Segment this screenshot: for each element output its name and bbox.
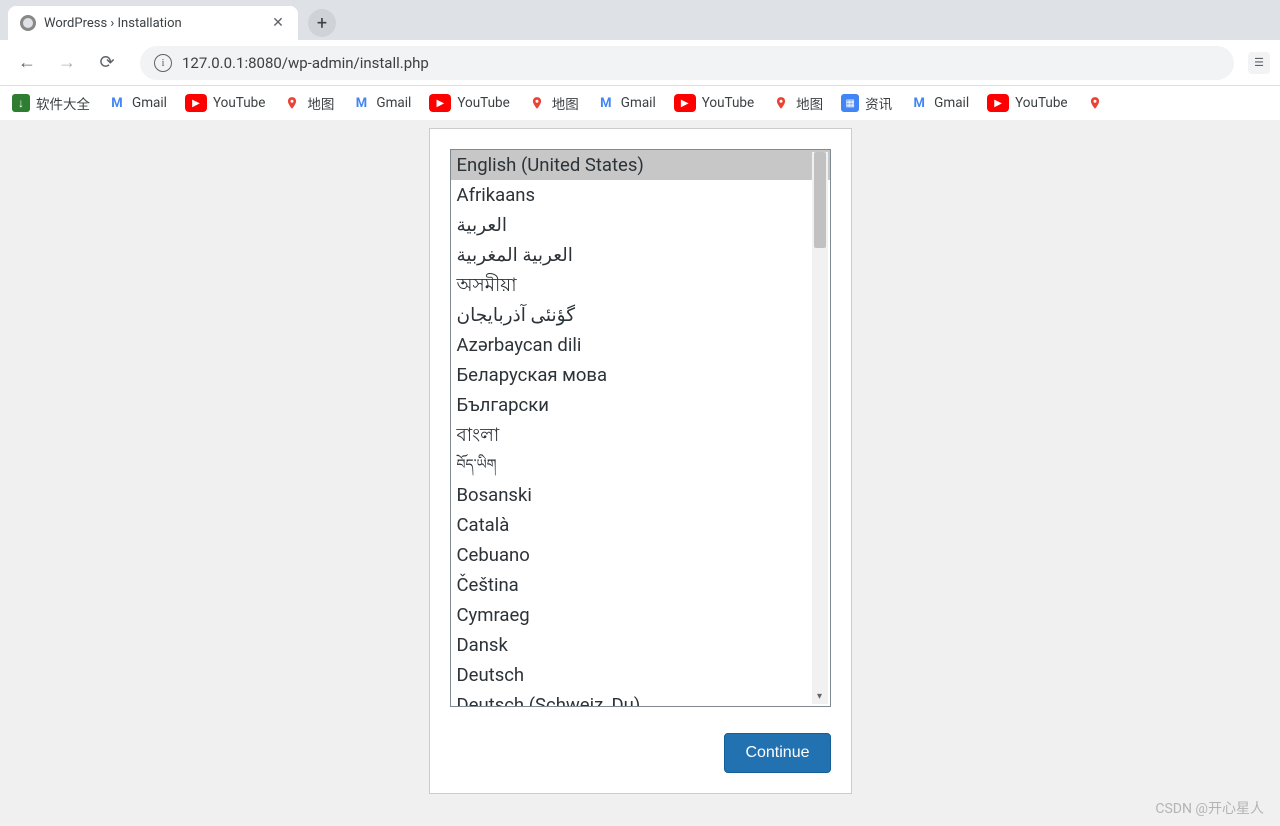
language-option[interactable]: বাংলা — [451, 420, 830, 450]
bookmark-item[interactable]: M Gmail — [352, 94, 411, 112]
language-option[interactable]: العربية — [451, 210, 830, 240]
map-pin-icon — [1086, 94, 1104, 112]
bookmark-label: 资讯 — [865, 93, 892, 113]
address-bar[interactable]: i 127.0.0.1:8080/wp-admin/install.php — [140, 46, 1234, 80]
language-option[interactable]: العربية المغربية — [451, 240, 830, 270]
language-option[interactable]: Deutsch (Schweiz, Du) — [451, 690, 830, 706]
youtube-icon: ▶ — [185, 94, 207, 112]
language-option[interactable]: Deutsch — [451, 660, 830, 690]
bookmark-label: 地图 — [307, 93, 334, 113]
browser-tabstrip: WordPress › Installation ✕ + — [0, 0, 1280, 40]
scrollbar-thumb[interactable] — [814, 152, 826, 248]
page-content: English (United States)Afrikaansالعربيةا… — [0, 120, 1280, 826]
bookmark-item[interactable]: M Gmail — [597, 94, 656, 112]
bookmark-label: 软件大全 — [36, 93, 90, 113]
language-option[interactable]: Български — [451, 390, 830, 420]
map-pin-icon — [772, 94, 790, 112]
bookmark-item[interactable]: ▶ YouTube — [185, 94, 265, 112]
youtube-icon: ▶ — [674, 94, 696, 112]
bookmark-item[interactable]: 地图 — [283, 93, 334, 113]
browser-toolbar: ← → ⟳ i 127.0.0.1:8080/wp-admin/install.… — [0, 40, 1280, 86]
installer-panel: English (United States)Afrikaansالعربيةا… — [429, 128, 852, 794]
bookmark-label: Gmail — [934, 95, 969, 111]
bookmark-item[interactable]: ▦ 资讯 — [841, 93, 892, 113]
language-option[interactable]: English (United States) — [451, 150, 830, 180]
bookmark-label: Gmail — [621, 95, 656, 111]
watermark: CSDN @开心星人 — [1155, 798, 1264, 818]
bookmark-item[interactable]: 地图 — [772, 93, 823, 113]
language-option[interactable]: Беларуская мова — [451, 360, 830, 390]
forward-button[interactable]: → — [50, 46, 84, 80]
bookmarks-bar: ↓ 软件大全 M Gmail ▶ YouTube 地图 M Gmail ▶ YouTube 地图 M Gm… — [0, 86, 1280, 120]
language-option[interactable]: བོད་ཡིག — [451, 450, 830, 480]
youtube-icon: ▶ — [987, 94, 1009, 112]
gmail-icon: M — [352, 94, 370, 112]
language-option[interactable]: Afrikaans — [451, 180, 830, 210]
gmail-icon: M — [597, 94, 615, 112]
translate-icon[interactable]: ☰ — [1248, 52, 1270, 74]
language-option[interactable]: অসমীয়া — [451, 270, 830, 300]
bookmark-item[interactable]: ▶ YouTube — [429, 94, 509, 112]
bookmark-label: YouTube — [457, 95, 509, 111]
bookmark-label: Gmail — [376, 95, 411, 111]
new-tab-button[interactable]: + — [308, 9, 336, 37]
browser-tab-active[interactable]: WordPress › Installation ✕ — [8, 6, 298, 40]
download-icon: ↓ — [12, 94, 30, 112]
globe-icon — [20, 15, 36, 31]
language-option[interactable]: Bosanski — [451, 480, 830, 510]
bookmark-label: YouTube — [1015, 95, 1067, 111]
language-select[interactable]: English (United States)Afrikaansالعربيةا… — [450, 149, 831, 707]
bookmark-label: 地图 — [796, 93, 823, 113]
bookmark-item[interactable] — [1086, 94, 1104, 112]
language-option[interactable]: Cymraeg — [451, 600, 830, 630]
language-option[interactable]: Català — [451, 510, 830, 540]
bookmark-item[interactable]: M Gmail — [108, 94, 167, 112]
language-option[interactable]: Dansk — [451, 630, 830, 660]
bookmark-item[interactable]: ▶ YouTube — [987, 94, 1067, 112]
site-info-icon[interactable]: i — [154, 54, 172, 72]
tab-title: WordPress › Installation — [44, 16, 182, 31]
gmail-icon: M — [108, 94, 126, 112]
language-option[interactable]: Čeština — [451, 570, 830, 600]
scrollbar-track[interactable]: ▾ — [812, 152, 828, 704]
scroll-down-arrow[interactable]: ▾ — [812, 688, 828, 704]
map-pin-icon — [528, 94, 546, 112]
bookmark-item[interactable]: 地图 — [528, 93, 579, 113]
bookmark-item[interactable]: ▶ YouTube — [674, 94, 754, 112]
back-button[interactable]: ← — [10, 46, 44, 80]
bookmark-label: YouTube — [702, 95, 754, 111]
map-pin-icon — [283, 94, 301, 112]
bookmark-item[interactable]: ↓ 软件大全 — [12, 93, 90, 113]
bookmark-label: 地图 — [552, 93, 579, 113]
language-option[interactable]: Azərbaycan dili — [451, 330, 830, 360]
bookmark-label: Gmail — [132, 95, 167, 111]
bookmark-item[interactable]: M Gmail — [910, 94, 969, 112]
continue-button[interactable]: Continue — [724, 733, 830, 773]
url-text: 127.0.0.1:8080/wp-admin/install.php — [182, 54, 429, 72]
language-option[interactable]: گؤنئی آذربایجان — [451, 300, 830, 330]
reload-button[interactable]: ⟳ — [90, 46, 124, 80]
language-option[interactable]: Cebuano — [451, 540, 830, 570]
youtube-icon: ▶ — [429, 94, 451, 112]
bookmark-label: YouTube — [213, 95, 265, 111]
close-icon[interactable]: ✕ — [270, 15, 286, 31]
calendar-icon: ▦ — [841, 94, 859, 112]
gmail-icon: M — [910, 94, 928, 112]
